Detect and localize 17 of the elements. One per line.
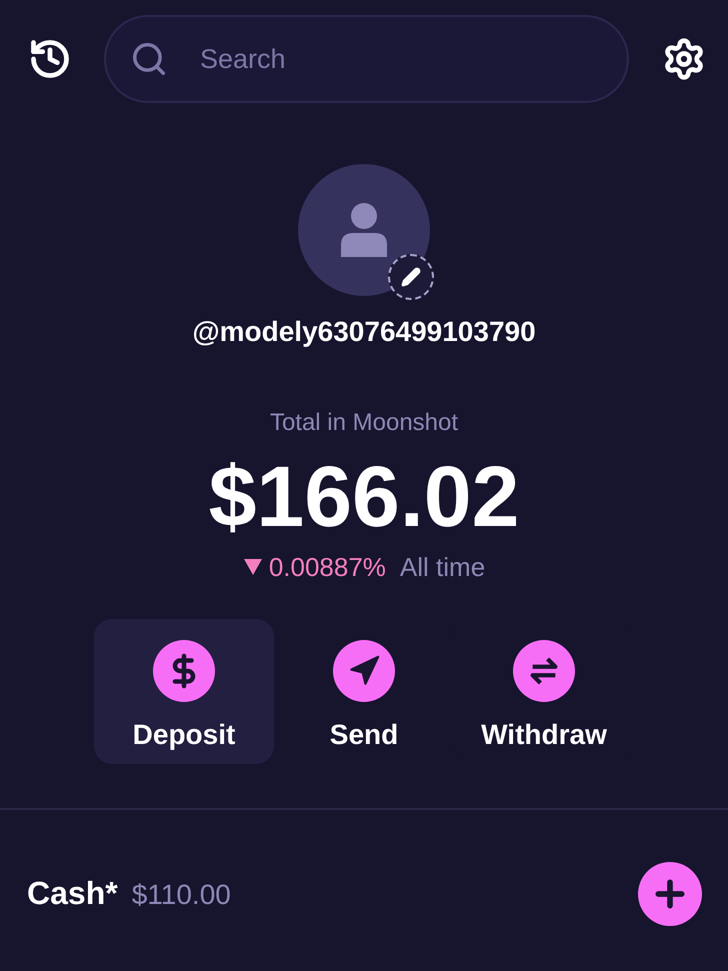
balance-amount: $166.02: [208, 452, 520, 542]
username: @modely63076499103790: [192, 315, 536, 349]
change-percent: 0.00887%: [268, 551, 386, 583]
history-button[interactable]: [28, 37, 72, 81]
history-icon: [28, 37, 72, 81]
account-name: Cash*: [27, 874, 118, 913]
balance-label: Total in Moonshot: [270, 408, 458, 438]
settings-button[interactable]: [662, 37, 706, 81]
edit-avatar-button[interactable]: [388, 254, 434, 300]
pencil-icon: [401, 267, 421, 287]
person-icon: [341, 203, 387, 257]
search-icon: [130, 40, 168, 78]
change-period: All time: [400, 551, 486, 583]
settings-icon: [662, 37, 706, 81]
account-balance: $110.00: [132, 878, 231, 912]
search-field[interactable]: Search: [104, 15, 629, 103]
deposit-button[interactable]: Deposit: [94, 619, 274, 764]
